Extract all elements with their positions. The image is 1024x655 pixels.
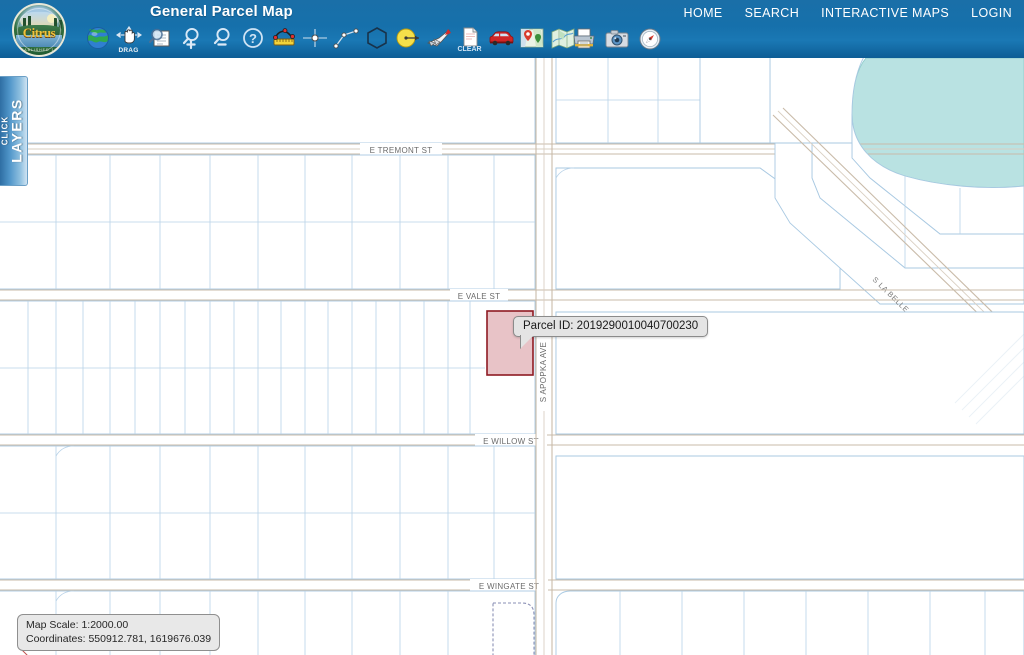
block-bottom-east <box>555 590 1024 655</box>
click-layers-tab-text: CLICK LAYERS <box>1 98 26 164</box>
svg-text:E TREMONT ST: E TREMONT ST <box>370 146 433 155</box>
car-icon[interactable] <box>485 21 516 55</box>
map-status-box: Map Scale: 1:2000.00 Coordinates: 550912… <box>17 614 221 652</box>
street-label-e-vale-st: E VALE ST <box>450 289 508 301</box>
map-canvas[interactable]: .pl { fill:#ffffff; stroke:#a9c9e2; stro… <box>0 58 1024 655</box>
clear-page-icon[interactable]: CLEAR <box>454 21 485 55</box>
help-question-icon[interactable]: ? <box>237 21 268 55</box>
map-scale-line: Map Scale: 1:2000.00 <box>26 619 129 631</box>
block-south-east <box>555 455 1024 580</box>
seal-icon: Citrus ESTABLISHED 1887 <box>12 3 66 57</box>
page-title: General Parcel Map <box>150 3 293 20</box>
street-label-s-apopka-ave: S APOPKA AVE <box>539 333 550 411</box>
map-toolbar-secondary <box>568 22 665 56</box>
nav-login[interactable]: LOGIN <box>971 6 1012 20</box>
globe-icon[interactable] <box>82 21 113 55</box>
line-icon[interactable] <box>330 21 361 55</box>
point-crosshair-icon[interactable] <box>299 21 330 55</box>
parcel-map-application: .pl { fill:#ffffff; stroke:#a9c9e2; stro… <box>0 0 1024 655</box>
svg-text:S APOPKA AVE: S APOPKA AVE <box>539 342 548 402</box>
street-label-e-tremont-st: E TREMONT ST <box>360 143 442 155</box>
pending-parcel-dashed <box>492 602 535 655</box>
drag-label: DRAG <box>118 47 139 54</box>
block-ne-top <box>555 58 864 144</box>
nav-interactive-maps[interactable]: INTERACTIVE MAPS <box>821 6 949 20</box>
camera-icon[interactable] <box>601 22 632 56</box>
clear-label: CLEAR <box>457 46 482 53</box>
printer-icon[interactable] <box>568 22 599 56</box>
polygon-hexagon-icon[interactable] <box>361 21 392 55</box>
parcel-id-text: Parcel ID: 2019290010040700230 <box>523 320 699 332</box>
app-header: Citrus ESTABLISHED 1887 General Parcel M… <box>0 0 1024 58</box>
svg-text:E WINGATE ST: E WINGATE ST <box>479 582 539 591</box>
nav-search[interactable]: SEARCH <box>745 6 800 20</box>
click-layers-tab[interactable]: CLICK LAYERS <box>0 76 28 186</box>
svg-text:E VALE ST: E VALE ST <box>458 292 501 301</box>
map-toolbar: DRAG ? CLEAR <box>82 20 578 56</box>
block-nw-top <box>0 58 536 144</box>
circle-radius-icon[interactable] <box>392 21 423 55</box>
airplane-icon[interactable] <box>423 21 454 55</box>
compass-icon[interactable] <box>634 22 665 56</box>
svg-text:?: ? <box>249 31 257 46</box>
parcel-id-callout: Parcel ID: 2019290010040700230 <box>513 316 709 349</box>
main-navigation: HOME SEARCH INTERACTIVE MAPS LOGIN <box>684 6 1012 20</box>
zoom-out-icon[interactable] <box>206 21 237 55</box>
nav-home[interactable]: HOME <box>684 6 723 20</box>
google-maps-pin-icon[interactable] <box>516 21 547 55</box>
identify-magnifier-icon[interactable] <box>144 21 175 55</box>
svg-text:E WILLOW ST: E WILLOW ST <box>483 437 539 446</box>
block-nw-mid <box>0 154 536 290</box>
block-south-west <box>0 445 536 580</box>
drag-hand-icon[interactable]: DRAG <box>113 21 144 55</box>
measure-ruler-icon[interactable] <box>268 21 299 55</box>
block-center-west <box>0 300 536 435</box>
zoom-in-icon[interactable] <box>175 21 206 55</box>
map-coordinates-line: Coordinates: 550912.781, 1619676.039 <box>26 633 212 646</box>
click-layers-line2: LAYERS <box>9 98 26 164</box>
citrus-county-seal-logo[interactable]: Citrus ESTABLISHED 1887 <box>9 3 69 58</box>
